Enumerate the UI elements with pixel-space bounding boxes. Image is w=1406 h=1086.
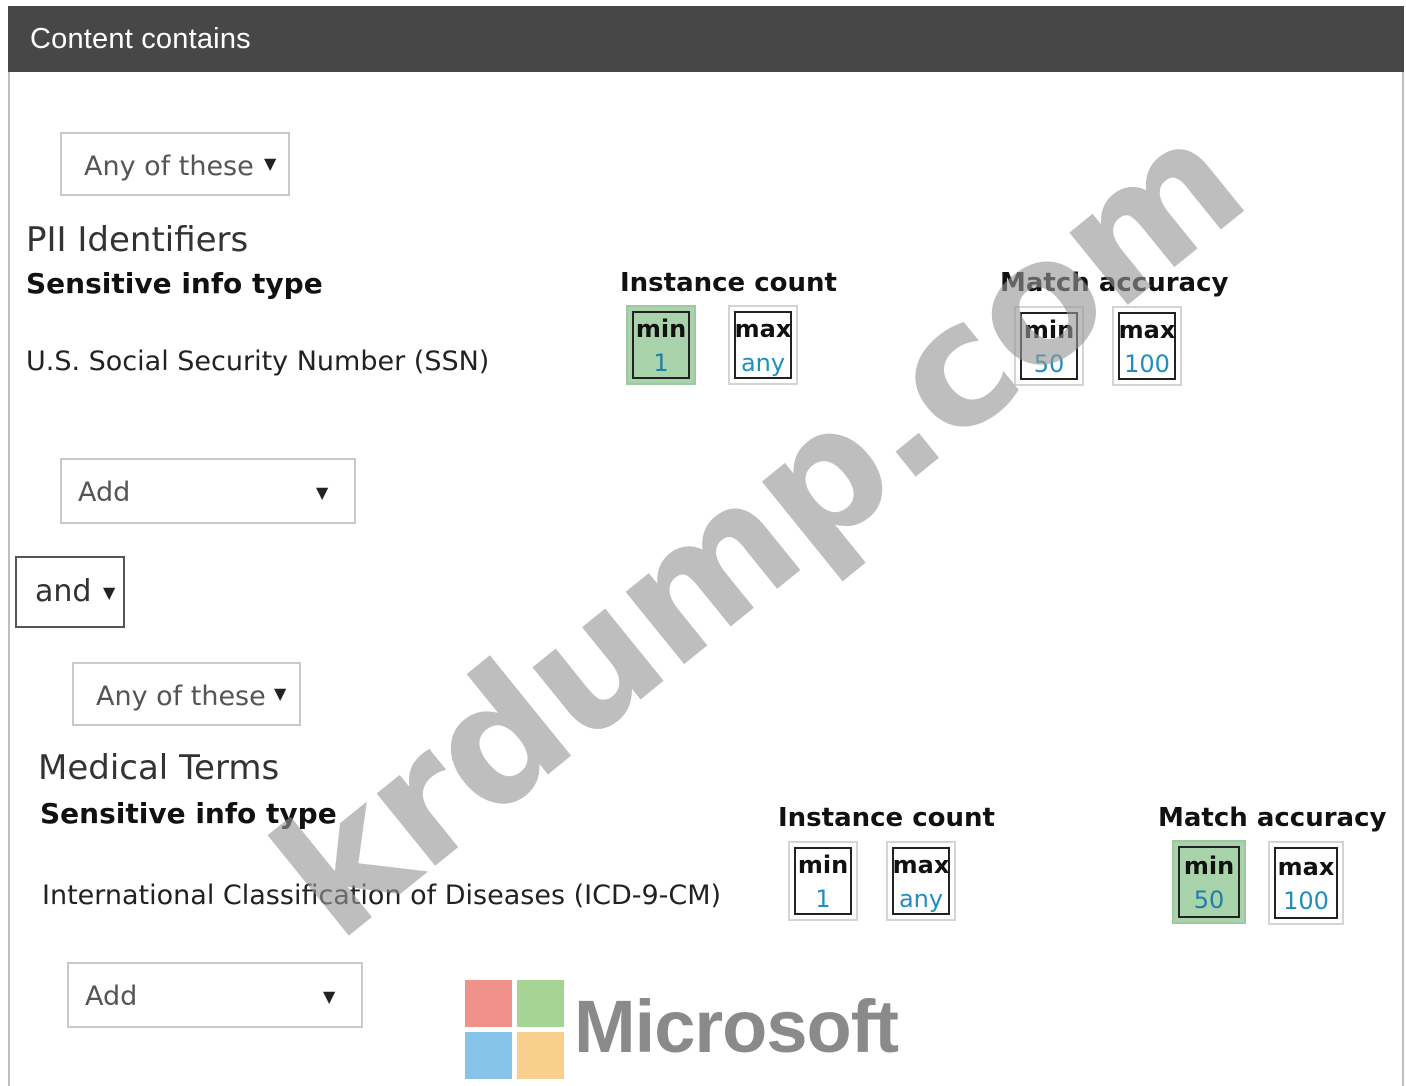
caret-down-icon: ▼	[316, 483, 329, 502]
field-label: max	[892, 851, 950, 879]
group1-match-selector[interactable]: Any of these ▼	[60, 132, 290, 196]
field-label: min	[635, 315, 687, 343]
group2-accuracy-min-field[interactable]: min 50	[1172, 840, 1246, 924]
caret-down-icon: ▼	[323, 987, 336, 1006]
field-value: any	[898, 885, 944, 913]
group2-accuracy-max-field[interactable]: max 100	[1268, 841, 1344, 925]
operator-dropdown[interactable]: and ▼	[15, 556, 125, 628]
group2-col-instance-count: Instance count	[778, 803, 995, 833]
microsoft-wordmark: Microsoft	[574, 985, 899, 1068]
logo-square-green	[517, 980, 564, 1027]
field-value: 100	[1283, 887, 1329, 915]
group2-add-label: Add	[85, 981, 138, 1012]
group1-add-dropdown[interactable]: Add ▼	[60, 458, 356, 524]
group1-info-type-name: U.S. Social Security Number (SSN)	[26, 346, 490, 377]
operator-label: and	[35, 574, 92, 609]
group1-title: PII Identifiers	[26, 220, 249, 260]
group1-col-instance-count: Instance count	[620, 268, 837, 298]
group1-instance-min-field[interactable]: min 1	[626, 305, 696, 385]
field-label: min	[1183, 852, 1235, 880]
group1-match-selector-label: Any of these	[84, 151, 254, 182]
field-value: 50	[1193, 886, 1225, 914]
field-value: 1	[653, 349, 669, 377]
field-label: max	[734, 315, 792, 343]
group2-match-selector-label: Any of these	[96, 681, 266, 712]
field-label: min	[797, 851, 849, 879]
header-title: Content contains	[30, 23, 251, 55]
caret-down-icon: ▼	[274, 684, 287, 703]
logo-square-blue	[465, 1032, 512, 1079]
field-value: any	[740, 349, 786, 377]
caret-down-icon: ▼	[103, 583, 116, 602]
group1-col-info-type: Sensitive info type	[26, 267, 323, 300]
group2-match-selector[interactable]: Any of these ▼	[72, 662, 301, 726]
microsoft-logo	[465, 980, 565, 1080]
field-label: max	[1277, 853, 1335, 881]
logo-square-red	[465, 980, 512, 1027]
group2-add-dropdown[interactable]: Add ▼	[67, 962, 363, 1028]
caret-down-icon: ▼	[264, 154, 277, 173]
header-bar: Content contains	[8, 6, 1404, 72]
group2-instance-min-field[interactable]: min 1	[788, 841, 858, 921]
group2-title: Medical Terms	[38, 748, 280, 788]
group2-instance-max-field[interactable]: max any	[886, 841, 956, 921]
group2-col-match-accuracy: Match accuracy	[1158, 803, 1387, 833]
logo-square-yellow	[517, 1032, 564, 1079]
group1-add-label: Add	[78, 477, 131, 508]
group1-instance-max-field[interactable]: max any	[728, 305, 798, 385]
field-value: 1	[815, 885, 831, 913]
